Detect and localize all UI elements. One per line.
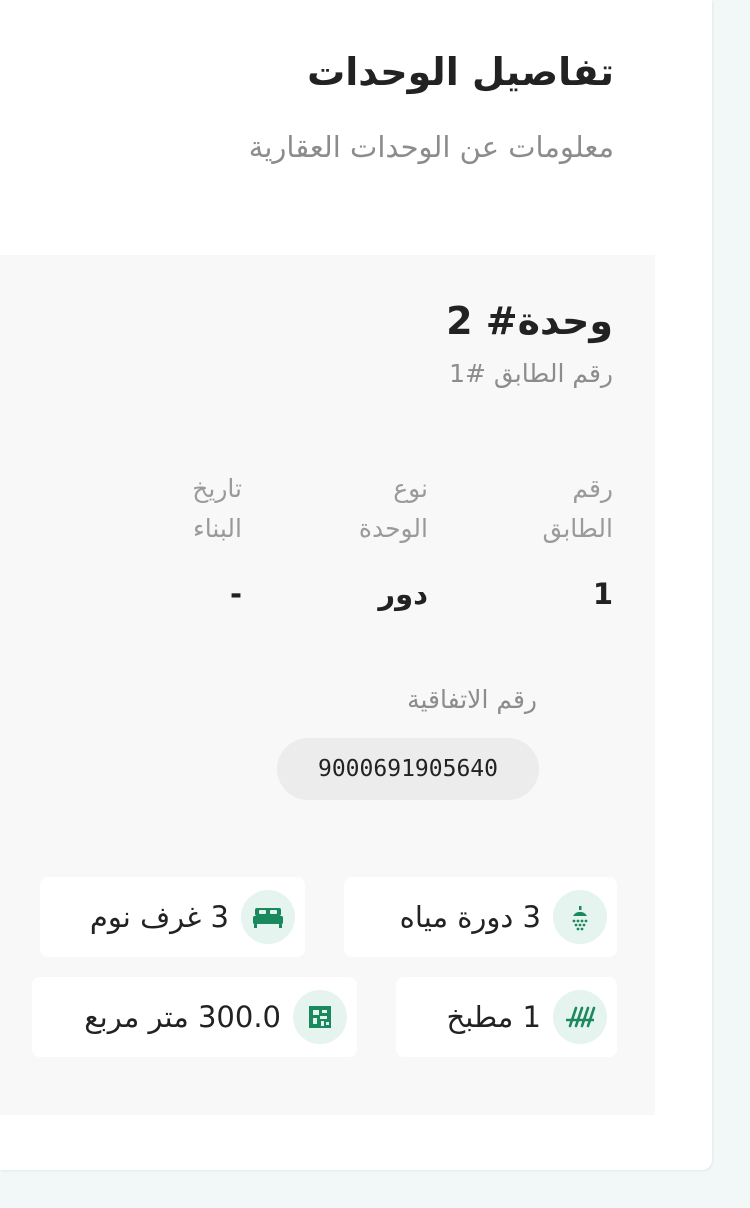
- section-subtitle: معلومات عن الوحدات العقارية: [248, 130, 614, 164]
- kitchen-icon: [553, 990, 607, 1044]
- contract-number-label: رقم الاتفاقية: [407, 685, 537, 714]
- build-date-value: -: [229, 577, 242, 611]
- unit-title: وحدة# 2: [446, 299, 613, 343]
- feature-bathrooms: 3 دورة مياه: [344, 877, 617, 957]
- bed-icon: [241, 890, 295, 944]
- floor-number-value: 1: [592, 577, 613, 611]
- feature-area-text: 300.0 متر مربع: [84, 1000, 281, 1034]
- feature-bedrooms-text: 3 غرف نوم: [89, 900, 229, 934]
- floor-subtitle: رقم الطابق #1: [449, 359, 613, 388]
- floor-number-label: رقم الطابق: [542, 474, 614, 543]
- unit-type-column: نوع الوحدة دور: [258, 469, 428, 611]
- area-icon: [293, 990, 347, 1044]
- feature-kitchen: 1 مطبخ: [396, 977, 617, 1057]
- unit-card: وحدة# 2 رقم الطابق #1 رقم الطابق 1 نوع ا…: [0, 255, 655, 1115]
- shower-icon: [553, 890, 607, 944]
- section-title: تفاصيل الوحدات: [307, 50, 614, 94]
- feature-bathrooms-text: 3 دورة مياه: [399, 900, 541, 934]
- feature-bedrooms: 3 غرف نوم: [40, 877, 305, 957]
- feature-area: 300.0 متر مربع: [32, 977, 357, 1057]
- unit-type-value: دور: [378, 577, 428, 611]
- unit-details-panel: تفاصيل الوحدات معلومات عن الوحدات العقار…: [0, 0, 712, 1170]
- feature-kitchen-text: 1 مطبخ: [446, 1000, 541, 1034]
- build-date-label: تاريخ البناء: [192, 474, 242, 543]
- contract-number-badge: 9000691905640: [277, 738, 539, 800]
- floor-number-column: رقم الطابق 1: [443, 469, 614, 611]
- build-date-column: تاريخ البناء -: [72, 469, 242, 611]
- unit-type-label: نوع الوحدة: [358, 474, 428, 543]
